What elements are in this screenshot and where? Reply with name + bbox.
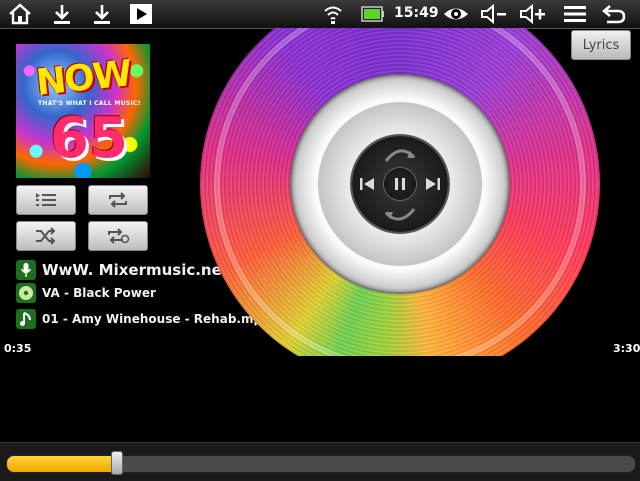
playback-control-ring: [352, 136, 448, 232]
album-name: VA - Black Power: [42, 286, 156, 300]
playlist-button[interactable]: [16, 185, 76, 215]
home-icon[interactable]: [6, 3, 34, 25]
clock: 15:49: [394, 5, 439, 21]
pause-button[interactable]: [384, 168, 416, 200]
total-duration: 3:30: [613, 342, 640, 355]
eye-icon[interactable]: [442, 3, 470, 25]
disc-icon: [16, 283, 36, 303]
seek-track[interactable]: [6, 455, 636, 473]
elapsed-time: 0:35: [4, 342, 32, 355]
microphone-icon: [16, 260, 36, 280]
repeat-one-button[interactable]: [88, 221, 148, 251]
pause-icon: [395, 178, 405, 190]
battery-icon: [360, 3, 386, 25]
rotate-icon[interactable]: [382, 206, 418, 226]
album-art-number: 65: [50, 106, 128, 171]
lyrics-button[interactable]: Lyrics: [571, 30, 631, 60]
seek-thumb[interactable]: [111, 451, 123, 475]
next-icon: [426, 178, 440, 190]
volume-down-icon[interactable]: [479, 3, 509, 25]
playlist-icon: [36, 193, 56, 206]
back-icon[interactable]: [600, 3, 628, 25]
music-note-icon: [16, 309, 36, 329]
previous-icon: [360, 178, 374, 190]
download-icon[interactable]: [50, 3, 74, 25]
repeat-icon: [109, 192, 127, 208]
play-notification-icon[interactable]: [128, 3, 154, 25]
menu-icon[interactable]: [562, 3, 588, 25]
disc-hub-inner: [318, 102, 482, 266]
wifi-icon: [322, 3, 344, 25]
download-icon[interactable]: [90, 3, 114, 25]
album-row: VA - Black Power: [16, 283, 156, 303]
shuffle-icon: [36, 227, 56, 245]
seek-progress: [7, 456, 112, 472]
shuffle-button[interactable]: [16, 221, 76, 251]
previous-button[interactable]: [356, 172, 378, 196]
rotate-icon[interactable]: [382, 144, 418, 164]
next-button[interactable]: [422, 172, 444, 196]
artist-row: WwW. Mixermusic.net: [16, 260, 229, 280]
disc-hub: [290, 74, 510, 294]
disc-display: [200, 28, 600, 356]
seek-bar: [0, 442, 640, 481]
album-art: NOW THAT'S WHAT I CALL MUSIC! 65: [16, 44, 150, 178]
repeat-button[interactable]: [88, 185, 148, 215]
repeat-one-icon: [108, 228, 130, 244]
status-bar: 15:49: [0, 0, 640, 29]
volume-up-icon[interactable]: [518, 3, 548, 25]
